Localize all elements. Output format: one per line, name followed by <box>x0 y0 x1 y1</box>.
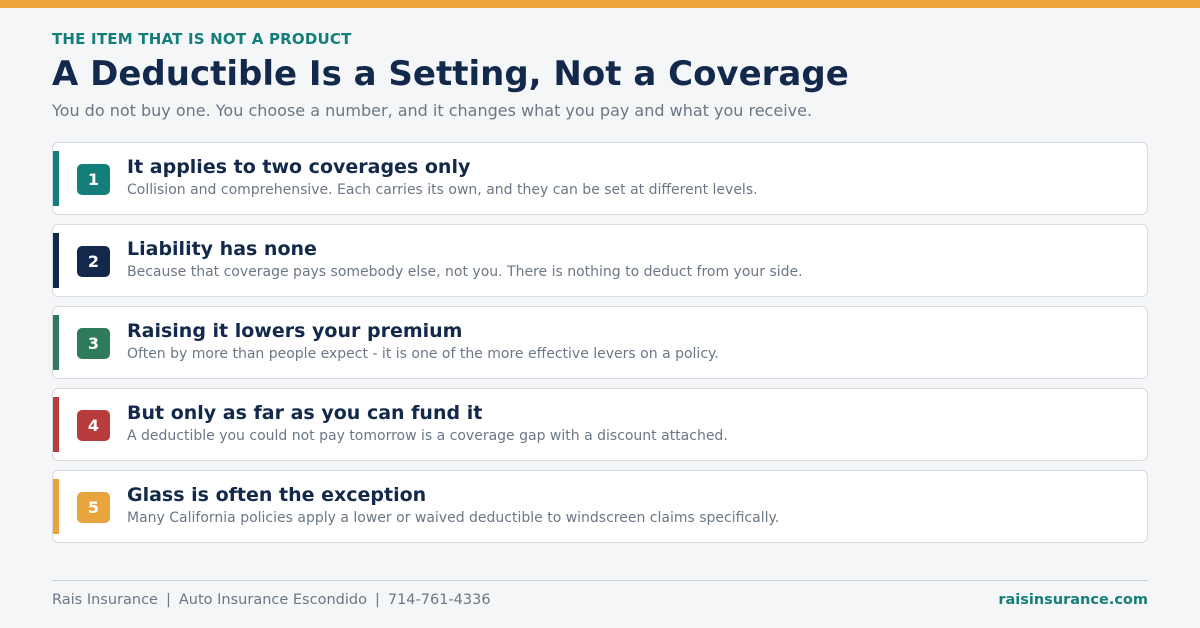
card-description: Often by more than people expect - it is… <box>127 346 719 362</box>
card-accent-stripe <box>53 233 59 288</box>
card-description: Because that coverage pays somebody else… <box>127 264 803 280</box>
card-title: Liability has none <box>127 238 317 260</box>
top-accent-bar <box>0 0 1200 8</box>
footer-phone[interactable]: 714-761-4336 <box>388 592 491 608</box>
card-title: It applies to two coverages only <box>127 156 471 178</box>
point-card: 4 But only as far as you can fund it A d… <box>52 388 1148 461</box>
point-card: 3 Raising it lowers your premium Often b… <box>52 306 1148 379</box>
footer-info: Rais Insurance | Auto Insurance Escondido |… <box>52 592 491 608</box>
page-subtitle: You do not buy one. You choose a number,… <box>52 101 813 120</box>
eyebrow-label: THE ITEM THAT IS NOT A PRODUCT <box>52 30 352 48</box>
card-number-badge: 1 <box>77 164 110 195</box>
point-card: 2 Liability has none Because that covera… <box>52 224 1148 297</box>
card-accent-stripe <box>53 315 59 370</box>
card-accent-stripe <box>53 397 59 452</box>
card-accent-stripe <box>53 151 59 206</box>
footer-divider <box>52 580 1148 581</box>
card-title: Raising it lowers your premium <box>127 320 463 342</box>
card-title: Glass is often the exception <box>127 484 427 506</box>
point-card: 1 It applies to two coverages only Colli… <box>52 142 1148 215</box>
point-card: 5 Glass is often the exception Many Cali… <box>52 470 1148 543</box>
card-number-badge: 3 <box>77 328 110 359</box>
point-card-list: 1 It applies to two coverages only Colli… <box>52 142 1148 552</box>
card-description: A deductible you could not pay tomorrow … <box>127 428 728 444</box>
card-number-badge: 4 <box>77 410 110 441</box>
card-accent-stripe <box>53 479 59 534</box>
footer-separator: | <box>374 592 380 608</box>
footer-separator: | <box>165 592 171 608</box>
card-number-badge: 2 <box>77 246 110 277</box>
card-title: But only as far as you can fund it <box>127 402 483 424</box>
card-description: Collision and comprehensive. Each carrie… <box>127 182 758 198</box>
card-description: Many California policies apply a lower o… <box>127 510 780 526</box>
footer-website-link[interactable]: raisinsurance.com <box>998 592 1148 608</box>
page-title: A Deductible Is a Setting, Not a Coverag… <box>52 54 849 94</box>
footer-service: Auto Insurance Escondido <box>178 592 367 608</box>
card-number-badge: 5 <box>77 492 110 523</box>
footer-brand: Rais Insurance <box>52 592 158 608</box>
